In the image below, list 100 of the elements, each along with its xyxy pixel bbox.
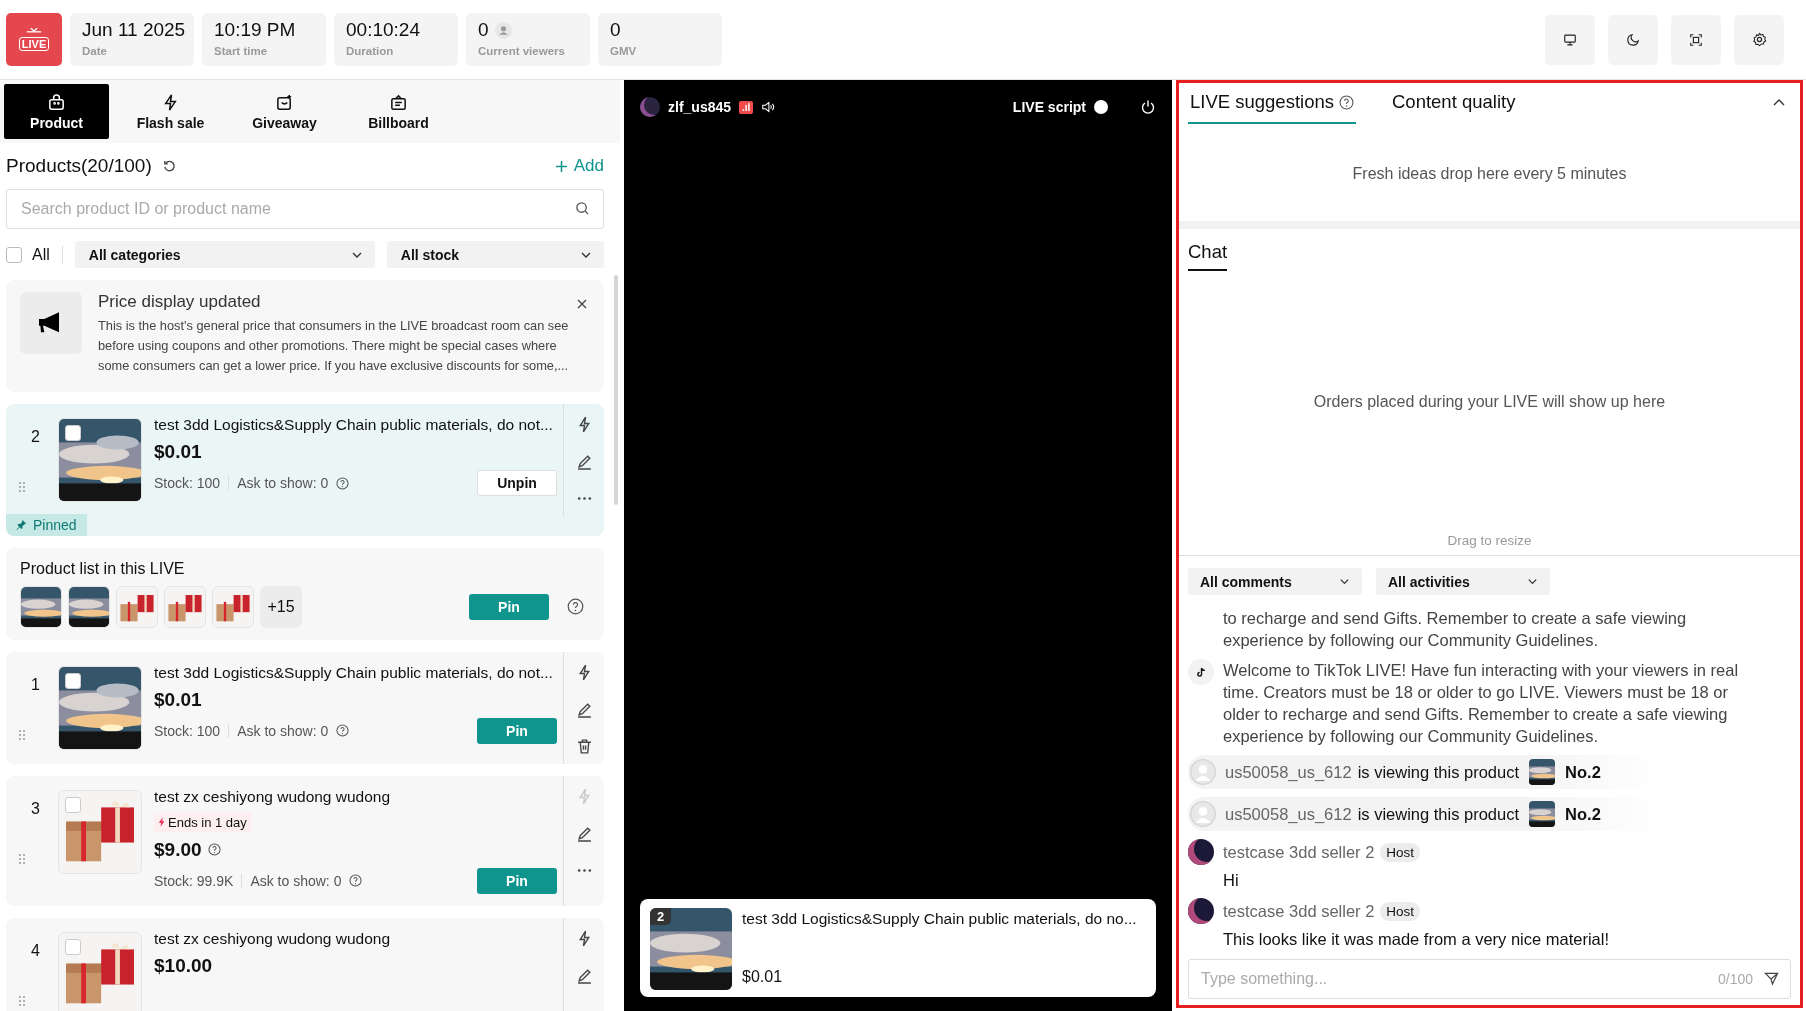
activity-text: is viewing this product [1357, 804, 1520, 824]
settings-button[interactable] [1734, 14, 1784, 65]
avatar-icon [1188, 898, 1214, 924]
stat-label: Date [82, 45, 108, 57]
help-icon[interactable] [349, 874, 363, 887]
filter-dropdown[interactable]: All activities [1376, 568, 1550, 595]
system-message: to recharge and send Gifts. Remember to create a safe viewing experience by following our Community Guidelines. [1223, 608, 1688, 651]
clipboard-icon [389, 92, 408, 112]
notice-title: Price display updated [98, 292, 262, 312]
help-icon[interactable] [336, 476, 350, 490]
settings-icon [1751, 32, 1767, 47]
username[interactable]: us50058_us_612 [1225, 804, 1352, 824]
checkbox[interactable] [65, 425, 81, 441]
monitor-button[interactable] [1545, 14, 1595, 65]
username[interactable]: testcase 3dd seller 2 [1223, 842, 1375, 862]
edit-icon[interactable] [575, 453, 593, 470]
scrollbar[interactable] [614, 275, 618, 505]
volume-icon[interactable] [761, 100, 776, 114]
filter-dropdown[interactable]: All stock [386, 241, 604, 268]
power-icon[interactable] [1140, 99, 1156, 115]
filter-dropdown[interactable]: All comments [1188, 568, 1362, 595]
filter-dropdown[interactable]: All categories [74, 241, 375, 268]
add-button[interactable]: Add [554, 156, 604, 176]
unpin-button[interactable]: Unpin [477, 470, 557, 496]
tab[interactable]: Flash sale [118, 84, 223, 139]
tab[interactable]: Chat [1188, 239, 1228, 271]
product-title: test zx ceshiyong wudong wudong [154, 787, 392, 806]
delete-icon[interactable] [575, 737, 593, 755]
stat-value: 00:10:24 [346, 19, 420, 41]
product-price: $0.01 [742, 968, 784, 986]
fullscreen-icon [1689, 32, 1703, 47]
stock-text: Stock: 100 [154, 475, 221, 491]
tab[interactable]: Product [4, 84, 109, 139]
tab[interactable]: Billboard [346, 84, 451, 139]
stat-value: 10:19 PM [214, 19, 296, 41]
product-title: test 3dd Logistics&Supply Chain public materials, do not... [154, 416, 554, 434]
moon-icon [1626, 32, 1640, 47]
product-price: $0.01 [154, 688, 202, 711]
system-message: Welcome to TikTok LIVE! Have fun interacting with your viewers in real time. Creators must be 18 or older to go LIVE. Viewers must be 18 or older to recharge and send Gifts. Remember to create a safe viewing experience by following our Community Guidelines. [1223, 660, 1740, 747]
drag-handle-icon[interactable] [19, 729, 25, 740]
more-count[interactable]: +15 [260, 585, 302, 628]
edit-icon[interactable] [575, 824, 593, 842]
avatar-icon [1190, 759, 1216, 785]
stat-label: Duration [346, 45, 395, 57]
product-title: test 3dd Logistics&Supply Chain public materials, do not... [154, 663, 554, 682]
drag-handle-icon[interactable] [19, 995, 25, 1006]
search-icon[interactable] [575, 201, 590, 216]
product-title: test 3dd Logistics&Supply Chain public materials, do no... [742, 910, 1137, 928]
product-number: 4 [31, 941, 40, 960]
checkbox[interactable] [6, 246, 22, 263]
gift-icon [275, 92, 294, 112]
host-badge: Host [1380, 901, 1421, 921]
drag-handle-icon[interactable] [19, 482, 25, 492]
stat-value: Jun 11 2025 [82, 19, 186, 41]
empty-state-text: Orders placed during your LIVE will show up here [1313, 393, 1666, 411]
lightning-icon [158, 817, 166, 827]
edit-icon[interactable] [575, 700, 593, 718]
help-icon[interactable] [336, 724, 350, 737]
bag-icon [47, 92, 66, 112]
send-icon[interactable] [1764, 971, 1779, 986]
refresh-icon[interactable] [161, 158, 177, 174]
product-number[interactable]: No.2 [1565, 804, 1601, 824]
pin-button[interactable]: Pin [477, 717, 557, 744]
live-logo: LIVE [6, 13, 62, 66]
product-title: test zx ceshiyong wudong wudong [154, 929, 392, 948]
product-list-title: Product list in this LIVE [20, 559, 186, 578]
close-icon[interactable] [576, 298, 588, 310]
tab[interactable]: Giveaway [232, 84, 337, 139]
stock-text: Stock: 99.9K [154, 872, 234, 889]
ask-to-show-text: Ask to show: 0 [250, 872, 342, 889]
help-icon[interactable] [567, 598, 584, 615]
checkbox-label[interactable]: All [32, 245, 50, 264]
product-number[interactable]: No.2 [1565, 762, 1601, 782]
flash-sale-tag: Ends in 1 day [154, 812, 251, 832]
product-price: $0.01 [154, 441, 202, 463]
username[interactable]: testcase 3dd seller 2 [1223, 901, 1375, 921]
signal-badge: .ıl [739, 100, 754, 114]
avatar-icon [1190, 801, 1216, 827]
stat-label: Start time [214, 45, 269, 57]
note-icon [1188, 659, 1214, 685]
tab[interactable]: Content quality [1390, 83, 1518, 124]
drag-handle-icon[interactable] [19, 853, 25, 864]
products-title: Products(20/100) [6, 155, 152, 177]
product-price: $10.00 [154, 954, 213, 977]
help-icon[interactable] [207, 843, 221, 856]
stat-label: Current viewers [478, 45, 566, 57]
help-icon[interactable] [1339, 94, 1354, 110]
ask-to-show-text: Ask to show: 0 [237, 722, 329, 739]
edit-icon[interactable] [575, 966, 593, 984]
empty-state-text: Fresh ideas drop here every 5 minutes [1352, 165, 1627, 183]
pin-button[interactable]: Pin [477, 867, 557, 894]
tab[interactable]: LIVE suggestions [1188, 83, 1356, 124]
pin-button[interactable]: Pin [469, 593, 549, 620]
chat-message: Hi [1223, 871, 1240, 890]
dark-mode-button[interactable] [1608, 14, 1658, 65]
live-script-label: LIVE script [1012, 99, 1086, 115]
username[interactable]: us50058_us_612 [1225, 762, 1352, 782]
plus-icon [554, 159, 568, 173]
featured-product-card[interactable]: 2 test 3dd Logistics&Supply Chain public materials, do no... $0.01 [640, 899, 1156, 997]
search-field[interactable]: Search product ID or product name [6, 189, 604, 229]
